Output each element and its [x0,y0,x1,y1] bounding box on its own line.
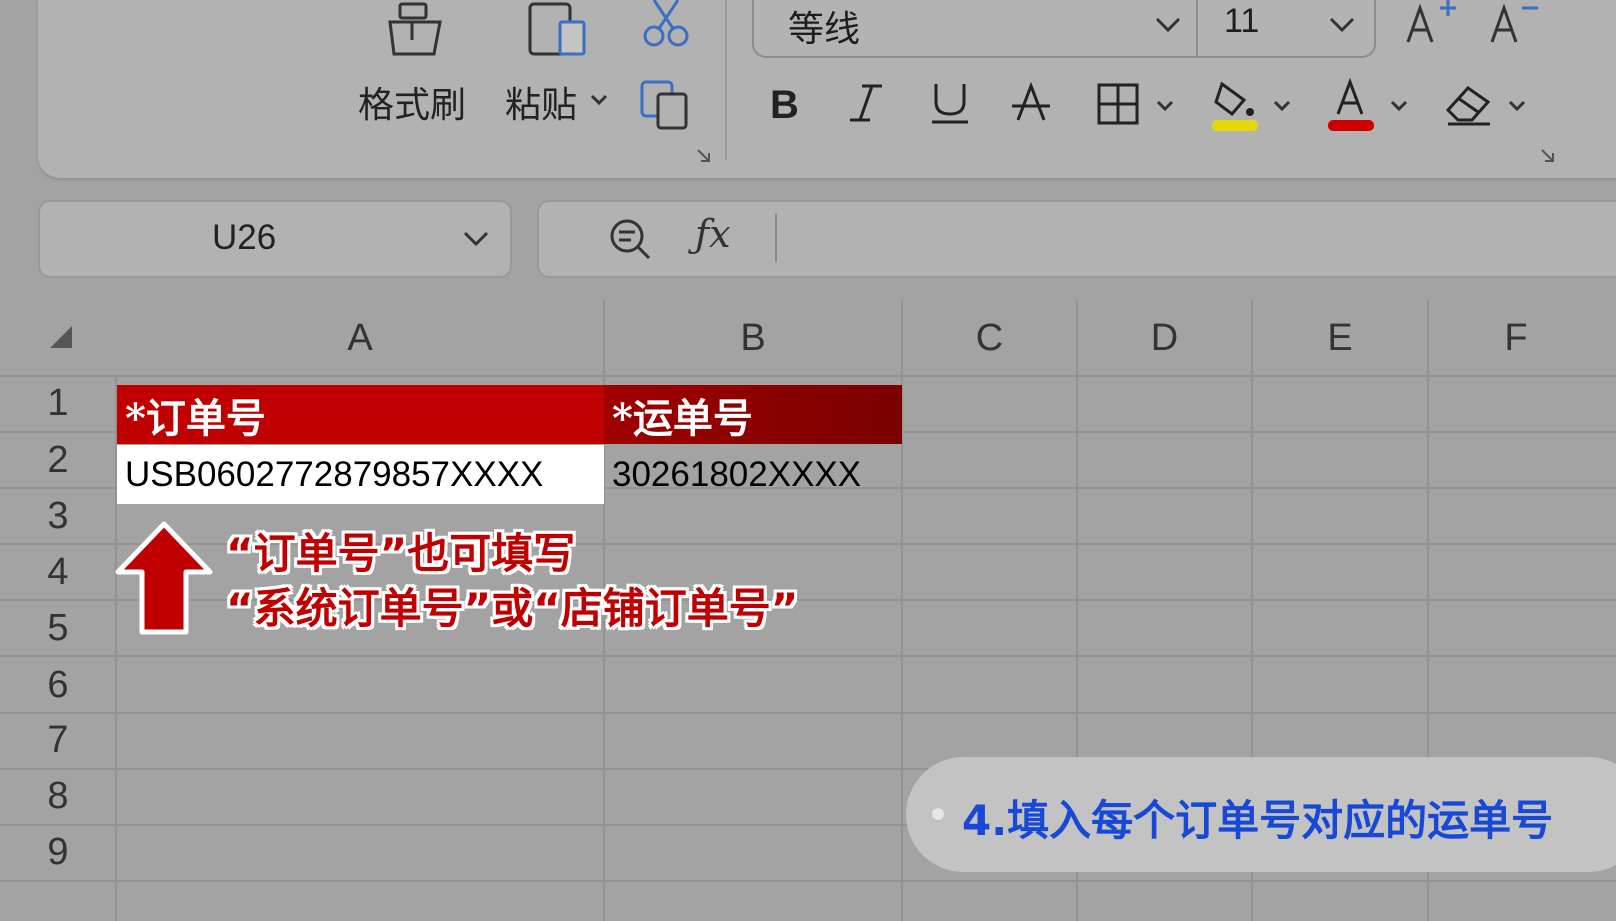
row-header-3[interactable]: 3 [0,489,116,544]
strikethrough-icon[interactable] [1010,80,1052,126]
fill-color-icon[interactable] [1210,78,1262,132]
column-header-f[interactable]: F [1428,300,1604,376]
clipboard-expand-icon[interactable] [696,148,712,168]
row-header-5[interactable]: 5 [0,601,116,656]
name-box[interactable]: U26 [38,200,512,278]
annotation-line-1: “订单号”也可填写 [226,529,576,578]
row-header-6[interactable]: 6 [0,657,116,713]
column-header-e[interactable]: E [1252,300,1428,376]
cut-icon[interactable] [640,0,692,52]
row-header-1[interactable]: 1 [0,376,116,431]
svg-text:B: B [770,83,799,126]
eraser-chevron-down-icon[interactable] [1508,98,1526,117]
borders-chevron-down-icon[interactable] [1156,98,1174,117]
chevron-down-icon [1328,16,1356,38]
column-header-c[interactable]: C [902,300,1077,376]
format-painter-icon[interactable] [380,0,450,62]
cell-a2[interactable]: USB0602772879857XXXX [117,445,604,504]
column-header-a[interactable]: A [116,300,604,376]
zoom-out-icon[interactable] [607,216,653,266]
step-callout: 4.填入每个订单号对应的运单号 [906,757,1616,872]
row-header-8[interactable]: 8 [0,769,116,824]
font-size-value: 11 [1224,2,1260,40]
font-name-value: 等线 [788,9,861,50]
ribbon-divider [725,0,727,160]
formula-bar[interactable]: ƒx [537,200,1616,278]
gridline [0,880,1616,882]
fx-icon[interactable]: ƒx [695,212,731,256]
column-header-d[interactable]: D [1077,300,1252,376]
font-color-chevron-down-icon[interactable] [1390,98,1408,117]
cell-b1[interactable]: *运单号 [604,385,902,444]
row-header-4[interactable]: 4 [0,545,116,600]
font-name-select[interactable]: 等线 [752,0,1200,58]
format-painter-label[interactable]: 格式刷 [358,76,466,128]
step-bullet [932,808,944,820]
eraser-icon[interactable] [1444,82,1494,128]
increase-font-size-icon[interactable] [1404,0,1460,52]
gridline [0,712,1616,714]
row-header-7[interactable]: 7 [0,713,116,768]
font-size-select[interactable]: 11 [1196,0,1376,58]
copy-icon[interactable] [640,78,692,134]
select-all-corner-icon[interactable] [48,324,74,354]
paste-chevron-down-icon[interactable] [590,92,608,111]
borders-icon[interactable] [1096,82,1140,126]
step-text: 4.填入每个订单号对应的运单号 [962,796,1554,845]
formula-divider [775,214,777,262]
underline-icon[interactable] [930,80,970,126]
italic-icon[interactable] [848,80,884,126]
annotation-line-2: “系统订单号”或“店铺订单号” [226,584,799,633]
bold-icon[interactable]: B [768,80,804,126]
cell-b2[interactable]: 30261802XXXX [604,445,902,504]
decrease-font-size-icon[interactable] [1488,0,1544,52]
chevron-down-icon [1154,16,1182,38]
row-header-9[interactable]: 9 [0,825,116,880]
paste-icon[interactable] [522,0,592,60]
gridline [0,655,1616,657]
chevron-down-icon[interactable] [462,230,490,252]
font-color-icon[interactable] [1326,78,1378,132]
column-header-b[interactable]: B [604,300,902,376]
name-box-value: U26 [212,218,277,257]
up-arrow-icon [114,520,214,640]
font-expand-icon[interactable] [1540,148,1556,168]
paste-label[interactable]: 粘贴 [505,76,577,128]
gridline [0,375,1616,377]
row-header-2[interactable]: 2 [0,432,116,488]
fill-color-chevron-down-icon[interactable] [1273,98,1291,117]
cell-a1[interactable]: *订单号 [117,385,604,444]
